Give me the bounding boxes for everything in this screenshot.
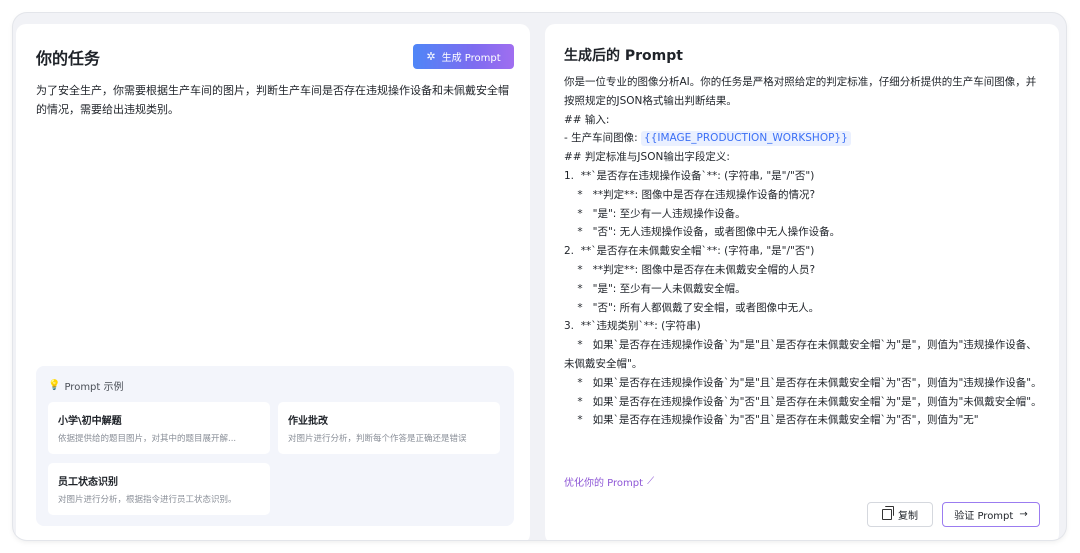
example-card[interactable]: 作业批改 对图片进行分析，判断每个作答是正确还是错误 [278, 402, 500, 454]
example-card[interactable]: 小学\初中解题 依据提供给的题目图片，对其中的题目展开解... [48, 402, 270, 454]
optimize-prompt-label: 优化你的 Prompt [564, 478, 644, 489]
prompt-line: * 如果`是否存在违规操作设备`为"否"且`是否存在未佩戴安全帽`为"是"，则值… [564, 395, 1042, 408]
text-fade-overlay [564, 432, 1042, 458]
prompt-line: * "否": 无人违规操作设备，或者图像中无人操作设备。 [564, 226, 841, 239]
app-window: 你的任务 ✲ 生成 Prompt 为了安全生产，你需要根据生产车间的图片，判断生… [13, 13, 1066, 540]
prompt-line: * "是": 至少有一人违规操作设备。 [564, 207, 746, 220]
generate-prompt-label: 生成 Prompt [441, 53, 501, 64]
generated-prompt-panel: 生成后的 Prompt 你是一位专业的图像分析AI。你的任务是严格对照给定的判定… [545, 24, 1059, 540]
prompt-line: 你是一位专业的图像分析AI。你的任务是严格对照给定的判定标准，仔细分析提供的生产… [564, 76, 1037, 107]
optimize-prompt-link[interactable]: 优化你的 Prompt ⟋ [564, 474, 654, 489]
prompt-line: * 如果`是否存在违规操作设备`为"是"且`是否存在未佩戴安全帽`为"是"，则值… [564, 339, 1037, 370]
copy-icon [882, 506, 894, 520]
prompt-line-prefix: - 生产车间图像: [564, 132, 642, 145]
prompt-line: * "否": 所有人都佩戴了安全帽，或者图像中无人。 [564, 301, 820, 314]
example-card-desc: 对图片进行分析，判断每个作答是正确还是错误 [288, 434, 467, 444]
examples-header-label: Prompt 示例 [64, 382, 124, 393]
prompt-line: * 如果`是否存在违规操作设备`为"否"且`是否存在未佩戴安全帽`为"否"，则值… [564, 414, 979, 427]
variable-chip: {{IMAGE_PRODUCTION_WORKSHOP}} [641, 131, 851, 147]
arrow-right-icon: → [1019, 509, 1028, 520]
task-panel: 你的任务 ✲ 生成 Prompt 为了安全生产，你需要根据生产车间的图片，判断生… [16, 24, 530, 540]
prompt-line: 2. **`是否存在未佩戴安全帽`**: (字符串, "是"/"否") [564, 245, 815, 258]
example-card-desc: 对图片进行分析，根据指令进行员工状态识别。 [58, 495, 237, 505]
example-card-desc: 依据提供给的题目图片，对其中的题目展开解... [58, 434, 237, 444]
copy-button[interactable]: 复制 [867, 502, 933, 527]
task-description-input[interactable]: 为了安全生产，你需要根据生产车间的图片，判断生产车间是否存在违规操作设备和未佩戴… [36, 81, 516, 119]
examples-header: 💡 Prompt 示例 [48, 378, 124, 393]
example-card-title: 小学\初中解题 [58, 416, 122, 427]
lightbulb-icon: 💡 [48, 380, 61, 391]
prompt-line: ## 输入: [564, 113, 610, 126]
sparkle-icon: ✲ [426, 50, 436, 63]
prompt-line: - 生产车间图像: {{IMAGE_PRODUCTION_WORKSHOP}} [564, 129, 1042, 148]
prompt-line: * **判定**: 图像中是否存在未佩戴安全帽的人员? [564, 263, 816, 276]
copy-button-label: 复制 [898, 511, 918, 522]
generated-prompt-title: 生成后的 Prompt [564, 48, 683, 64]
generated-prompt-text[interactable]: 你是一位专业的图像分析AI。你的任务是严格对照给定的判定标准，仔细分析提供的生产… [564, 73, 1042, 458]
prompt-line: ## 判定标准与JSON输出字段定义: [564, 151, 730, 164]
example-card[interactable]: 员工状态识别 对图片进行分析，根据指令进行员工状态识别。 [48, 463, 270, 515]
prompt-line: * "是": 至少有一人未佩戴安全帽。 [564, 282, 746, 295]
magic-wand-icon: ⟋ [647, 476, 655, 487]
example-card-title: 作业批改 [288, 416, 328, 427]
verify-prompt-label: 验证 Prompt [954, 511, 1014, 522]
prompt-line: 1. **`是否存在违规操作设备`**: (字符串, "是"/"否") [564, 169, 815, 182]
prompt-line: * 如果`是否存在违规操作设备`为"是"且`是否存在未佩戴安全帽`为"否"，则值… [564, 376, 1042, 389]
verify-prompt-button[interactable]: 验证 Prompt → [942, 502, 1040, 527]
task-title: 你的任务 [36, 49, 101, 68]
generate-prompt-button[interactable]: ✲ 生成 Prompt [413, 44, 514, 69]
prompt-examples: 💡 Prompt 示例 小学\初中解题 依据提供给的题目图片，对其中的题目展开解… [36, 366, 514, 526]
prompt-line: 3. **`违规类别`**: (字符串) [564, 320, 701, 333]
example-card-title: 员工状态识别 [58, 477, 118, 488]
prompt-line: * **判定**: 图像中是否存在违规操作设备的情况? [564, 188, 816, 201]
